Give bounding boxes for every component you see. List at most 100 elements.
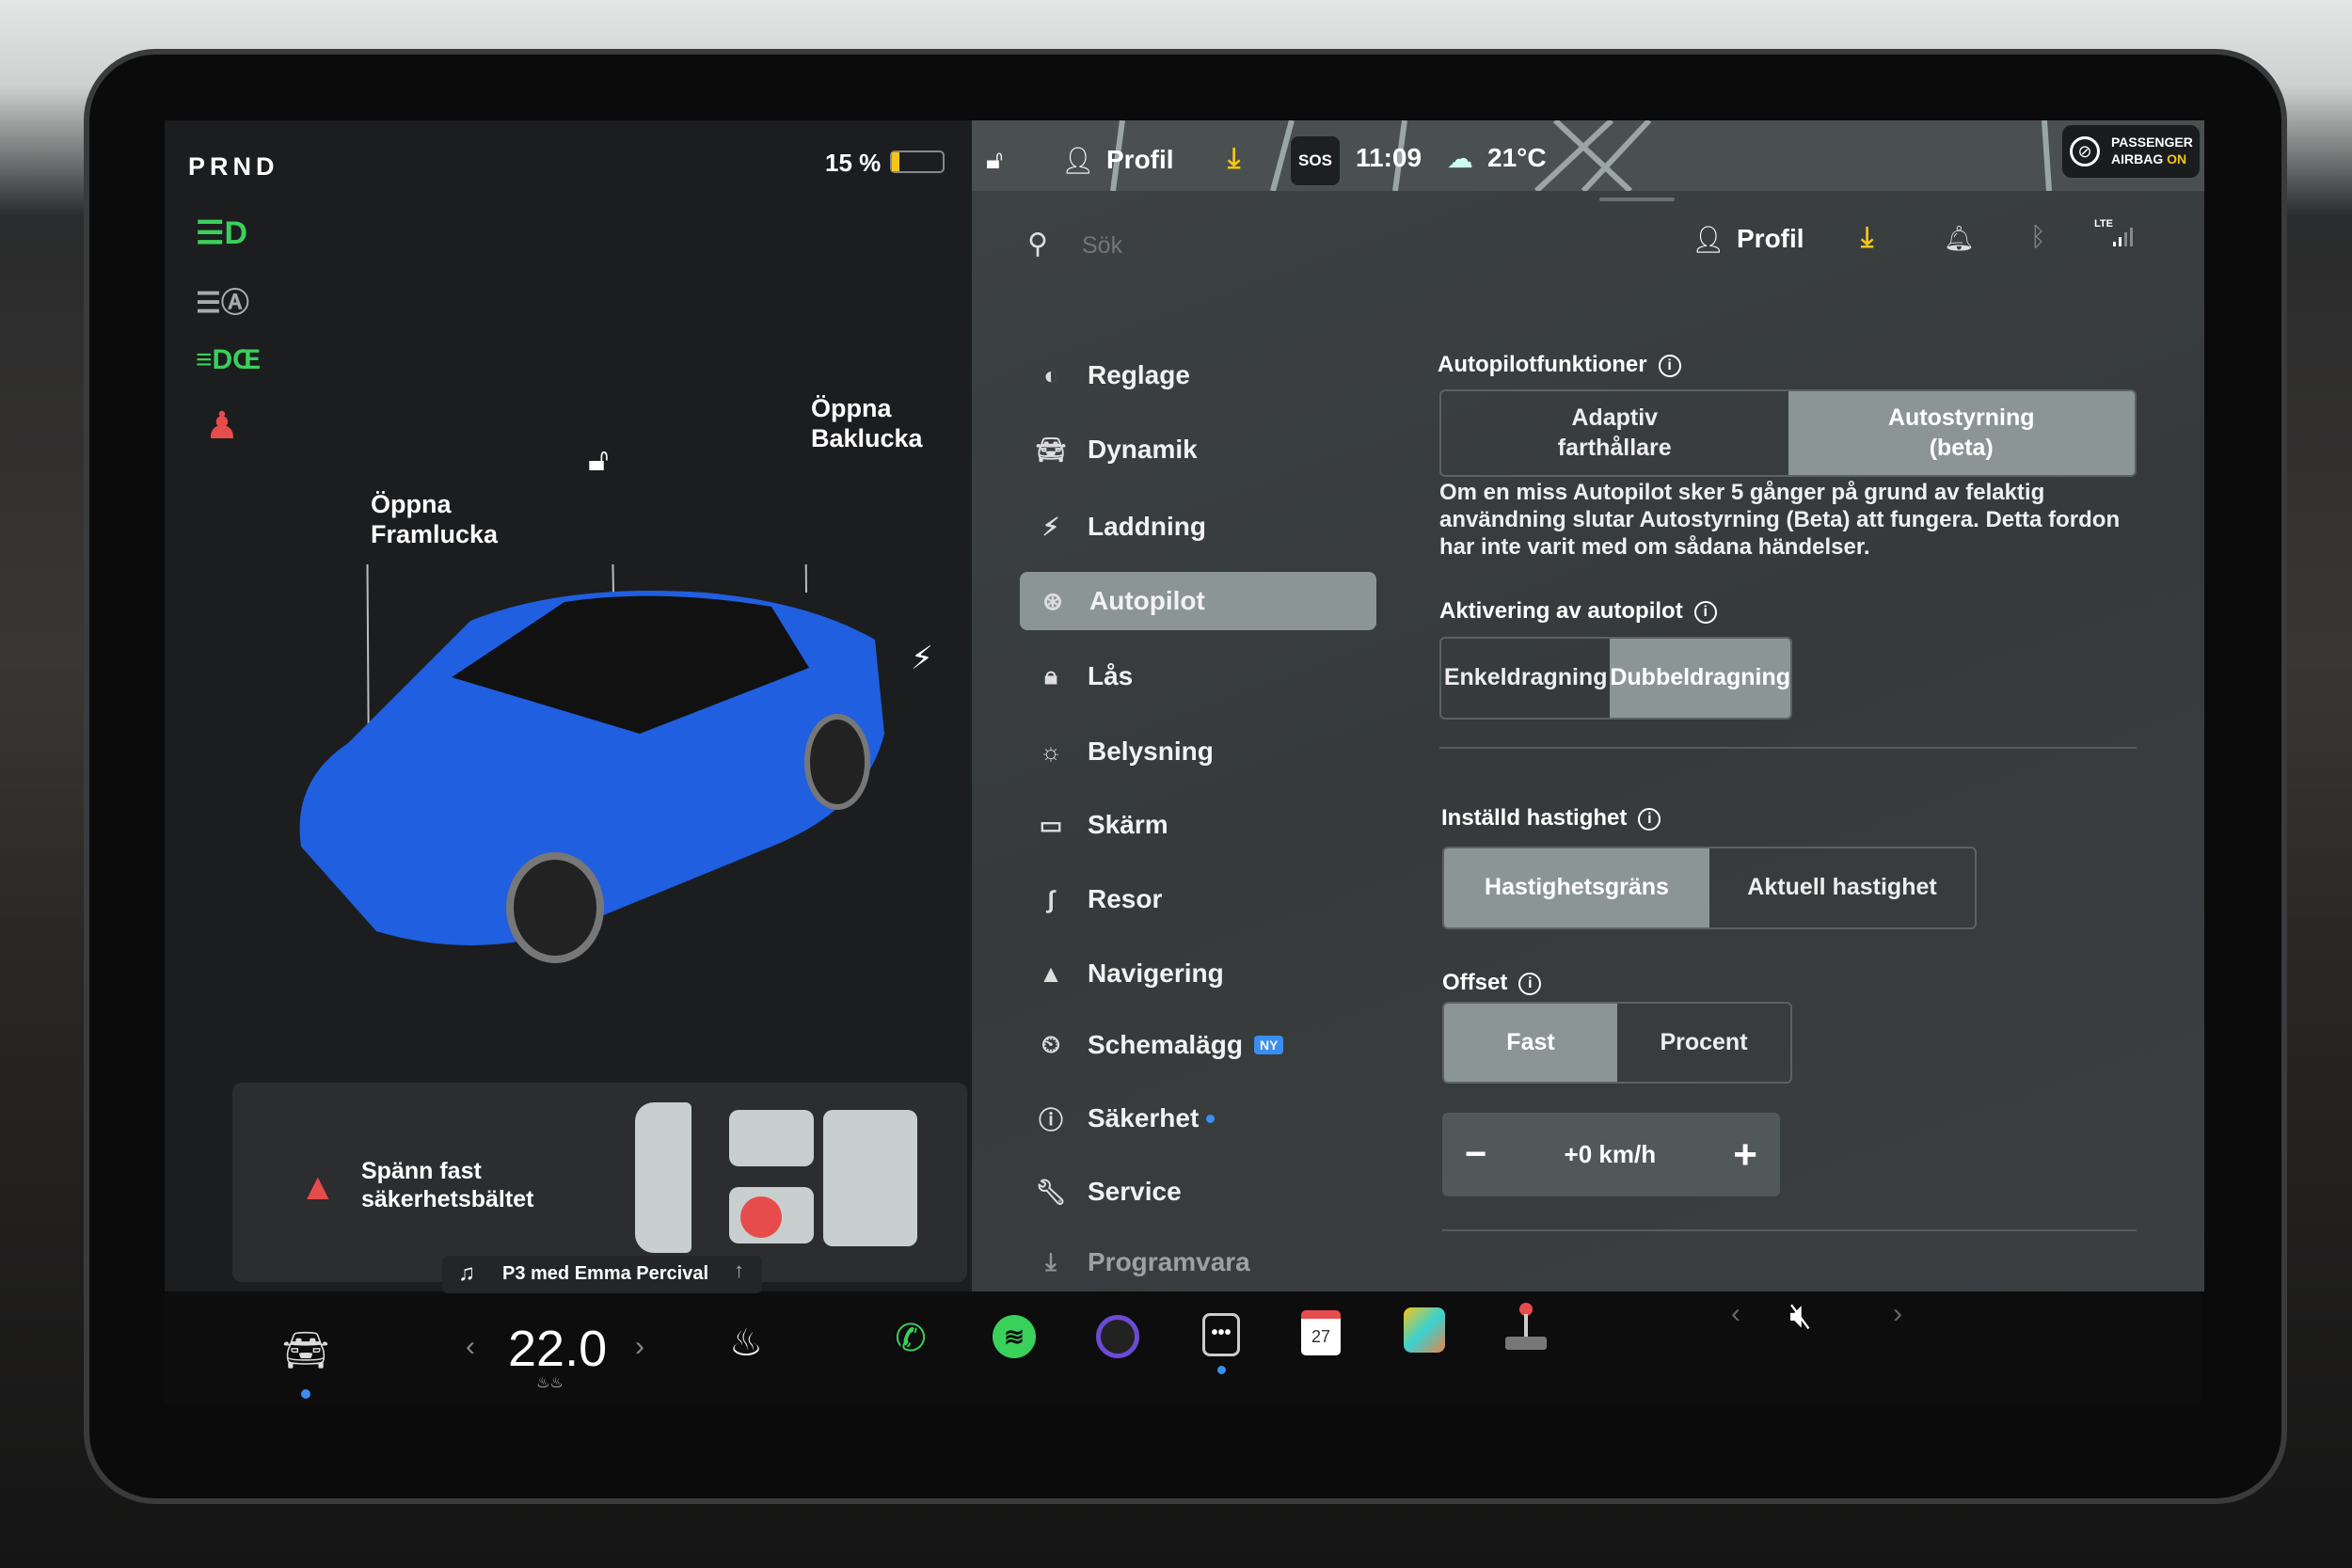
- sidebar-item-label: Skärm: [1088, 810, 1168, 839]
- features-selector: Adaptiv farthållare Autostyrning (beta): [1439, 389, 2137, 477]
- option-current-speed[interactable]: Aktuell hastighet: [1709, 848, 1975, 927]
- unlock-icon[interactable]: 🔓︎: [588, 442, 609, 479]
- sidebar-item-label: Säkerhet: [1088, 1103, 1200, 1132]
- open-trunk-label[interactable]: Öppna Baklucka: [811, 393, 923, 454]
- increase-button[interactable]: +: [1733, 1132, 1757, 1179]
- signal-icon: [2113, 226, 2136, 246]
- airbag-line2: AIRBAG: [2111, 151, 2164, 166]
- search-input[interactable]: [1082, 226, 1552, 265]
- sidebar-item-autopilot[interactable]: ⊛ Autopilot: [1020, 572, 1376, 630]
- option-autosteer[interactable]: Autostyrning (beta): [1788, 391, 2135, 475]
- low-beam-icon[interactable]: ☰D: [196, 214, 247, 252]
- sidebar-item-label: Programvara: [1088, 1247, 1250, 1276]
- download-icon[interactable]: ⤓: [1861, 222, 1873, 254]
- sidebar-item-schemalägg[interactable]: ⏲︎ Schemalägg NY: [1035, 1016, 1284, 1074]
- sidebar-item-dynamik[interactable]: 🚘︎ Dynamik: [1035, 420, 1198, 479]
- bluetooth-icon[interactable]: ᛒ: [2030, 222, 2046, 252]
- car-icon[interactable]: 🚘︎: [278, 1328, 334, 1372]
- temp-down-chevron[interactable]: ‹: [466, 1331, 475, 1363]
- calendar-icon[interactable]: 27: [1301, 1310, 1341, 1355]
- toggle-icon: ◐: [1043, 360, 1058, 389]
- sidebar-item-belysning[interactable]: ☼ Belysning: [1035, 722, 1214, 781]
- decrease-button[interactable]: −: [1465, 1133, 1486, 1176]
- option-speed-limit[interactable]: Hastighetsgräns: [1444, 848, 1709, 927]
- sidebar-item-service[interactable]: 🔧︎ Service: [1035, 1163, 1182, 1221]
- profile-button[interactable]: Profil: [1737, 224, 1804, 254]
- sos-button[interactable]: SOS: [1291, 136, 1340, 185]
- navigation-icon: ▲: [1039, 958, 1063, 988]
- offset-heading: Offset i: [1442, 970, 1542, 996]
- sidebar-item-resor[interactable]: ∫ Resor: [1035, 870, 1162, 928]
- sidebar-item-label: Dynamik: [1088, 435, 1198, 464]
- sidebar-item-reglage[interactable]: ◐ Reglage: [1035, 346, 1190, 404]
- wrench-icon: 🔧︎: [1035, 1177, 1067, 1206]
- airbag-line1: PASSENGER: [2111, 135, 2193, 150]
- info-icon[interactable]: i: [1693, 600, 1717, 624]
- steering-wheel-icon: ⊛: [1042, 586, 1063, 615]
- active-indicator: [301, 1389, 310, 1399]
- sidebar-item-navigering[interactable]: ▲ Navigering: [1035, 944, 1224, 1003]
- now-playing-text[interactable]: P3 med Emma Percival: [502, 1263, 708, 1285]
- open-frunk-label[interactable]: Öppna Framlucka: [371, 489, 498, 550]
- sidebar-item-label: Navigering: [1088, 958, 1224, 988]
- more-icon[interactable]: •••: [1202, 1313, 1240, 1356]
- music-note-icon: ♫: [458, 1260, 475, 1286]
- download-icon: ⤓: [1045, 1247, 1057, 1275]
- battery-icon: [890, 150, 945, 173]
- expand-media-icon[interactable]: ↑: [734, 1259, 744, 1283]
- sidebar-item-skärm[interactable]: ▭ Skärm: [1035, 796, 1168, 854]
- option-fixed[interactable]: Fast: [1444, 1004, 1617, 1082]
- parking-lights-icon[interactable]: ≡DŒ: [196, 344, 261, 376]
- joystick-icon[interactable]: [1505, 1303, 1547, 1352]
- lock-status-icon[interactable]: 🔓︎: [986, 145, 1003, 176]
- camera-icon[interactable]: [1096, 1315, 1139, 1358]
- notification-dot: [1217, 1366, 1226, 1374]
- sidebar-item-programvara[interactable]: ⤓ Programvara: [1035, 1233, 1250, 1291]
- clock: 11:09: [1356, 143, 1422, 172]
- sidebar-item-lås[interactable]: 🔒︎ Lås: [1035, 647, 1133, 705]
- speed-heading: Inställd hastighet i: [1441, 805, 1661, 832]
- option-single-pull[interactable]: Enkeldragning: [1441, 639, 1610, 718]
- autopilot-notice: Om en miss Autopilot sker 5 gånger på gr…: [1439, 480, 2121, 560]
- sidebar-item-label: Lås: [1088, 661, 1134, 690]
- info-icon[interactable]: i: [1518, 972, 1542, 995]
- option-percent[interactable]: Procent: [1617, 1004, 1790, 1082]
- sidebar-item-laddning[interactable]: ⚡︎ Laddning: [1035, 498, 1206, 556]
- new-badge: NY: [1253, 1036, 1284, 1054]
- activation-selector: Enkeldragning Dubbeldragning: [1439, 637, 1792, 720]
- mute-icon[interactable]: 🔇︎: [1789, 1296, 1812, 1337]
- charge-port-icon[interactable]: ⚡︎: [911, 640, 933, 677]
- sidebar-item-säkerhet[interactable]: ⓘ Säkerhet: [1035, 1089, 1216, 1148]
- option-double-pull[interactable]: Dubbeldragning: [1610, 639, 1790, 718]
- alert-circle-icon: ⓘ: [1038, 1105, 1063, 1134]
- airbag-off-icon: ⊘: [2070, 136, 2100, 166]
- battery-percent: 15 %: [825, 149, 882, 177]
- cabin-temperature[interactable]: 22.0: [508, 1320, 607, 1378]
- auto-high-beam-icon[interactable]: ☰Ⓐ: [196, 279, 249, 321]
- download-icon[interactable]: ⤓: [1228, 143, 1240, 175]
- photos-icon[interactable]: [1404, 1307, 1445, 1353]
- clock-icon: ⏲︎: [1041, 1030, 1061, 1058]
- info-icon[interactable]: i: [1658, 354, 1681, 377]
- sidebar-item-label: Autopilot: [1089, 586, 1205, 615]
- divider: [1442, 1229, 2137, 1231]
- volume-up-chevron[interactable]: ›: [1893, 1298, 1902, 1330]
- trips-icon: ∫: [1047, 884, 1055, 913]
- set-speed-selector: Hastighetsgräns Aktuell hastighet: [1442, 847, 1977, 929]
- seat-heater-icon[interactable]: ♨: [718, 1322, 774, 1365]
- option-adaptive-cruise[interactable]: Adaptiv farthållare: [1441, 391, 1788, 475]
- spotify-icon[interactable]: ≋: [993, 1315, 1036, 1358]
- outside-temperature: 21°C: [1487, 143, 1547, 172]
- top-profile-button[interactable]: Profil: [1106, 145, 1174, 175]
- volume-down-chevron[interactable]: ‹: [1731, 1298, 1740, 1330]
- info-icon[interactable]: i: [1638, 807, 1661, 831]
- temp-up-chevron[interactable]: ›: [635, 1331, 644, 1363]
- sidebar-item-label: Service: [1088, 1177, 1182, 1206]
- sun-icon: ☼: [1040, 736, 1062, 766]
- defrost-icon[interactable]: ♨♨: [536, 1373, 564, 1392]
- phone-icon[interactable]: ✆: [882, 1317, 939, 1360]
- search-icon[interactable]: ⚲: [1027, 228, 1048, 261]
- bell-icon[interactable]: 🔔︎: [1944, 224, 1975, 253]
- weather-icon: ☁︎: [1447, 144, 1473, 173]
- drag-handle[interactable]: [1599, 198, 1675, 201]
